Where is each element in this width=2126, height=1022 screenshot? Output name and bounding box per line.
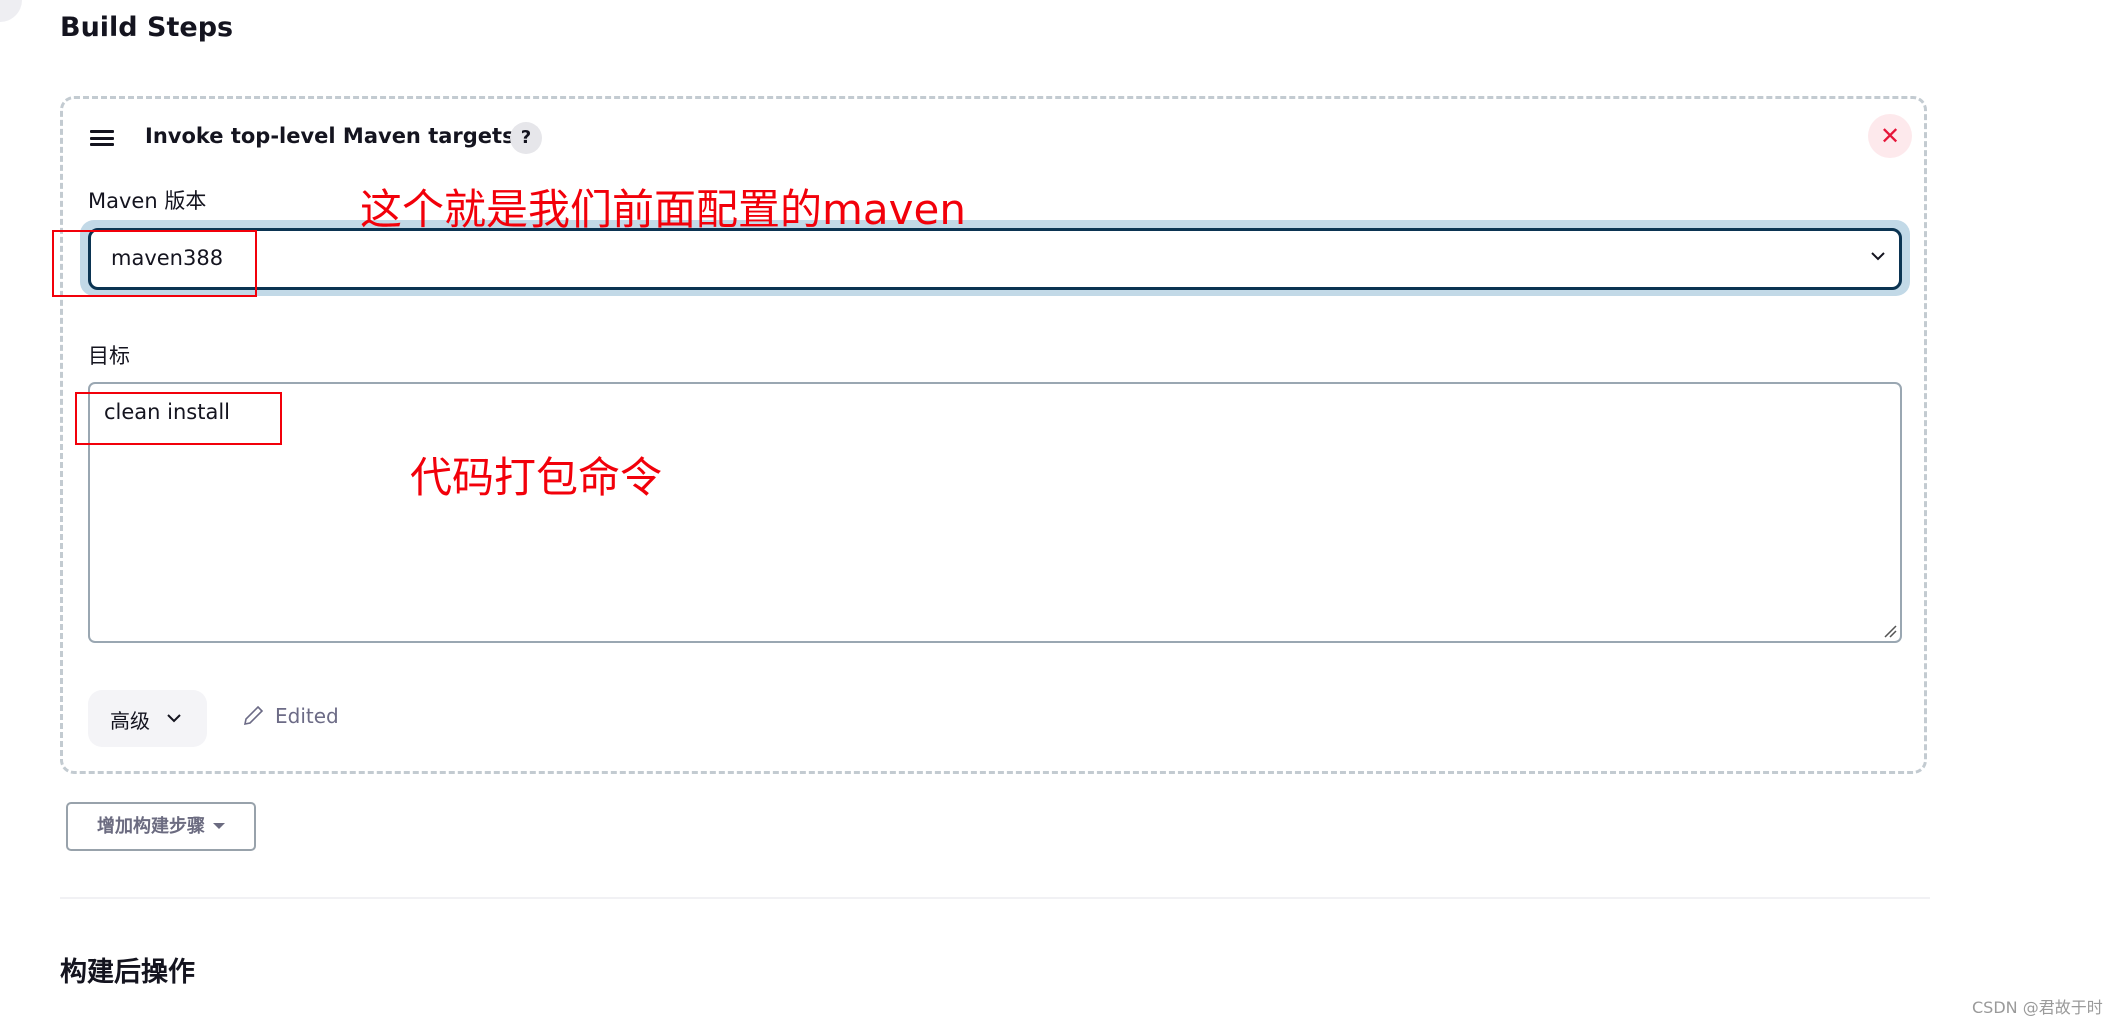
help-icon[interactable]: ? xyxy=(510,122,542,154)
chevron-down-icon xyxy=(167,714,181,723)
annotation-maven-note: 这个就是我们前面配置的maven xyxy=(360,185,966,234)
close-icon[interactable]: ✕ xyxy=(1868,114,1912,158)
goals-label: 目标 xyxy=(88,344,130,368)
annotation-box-goals xyxy=(75,392,282,445)
corner-decoration xyxy=(0,0,22,22)
annotation-box-maven xyxy=(52,230,257,297)
drag-handle-icon[interactable] xyxy=(90,130,114,146)
add-build-step-button[interactable]: 增加构建步骤 xyxy=(66,802,256,851)
resize-grip-icon[interactable] xyxy=(1883,624,1897,638)
advanced-label: 高级 xyxy=(110,709,150,733)
goals-textarea[interactable]: clean install xyxy=(88,382,1902,643)
step-title: Invoke top-level Maven targets xyxy=(145,124,515,148)
add-build-step-label: 增加构建步骤 xyxy=(97,816,205,837)
pencil-icon xyxy=(243,705,264,726)
edited-indicator: Edited xyxy=(243,704,339,728)
chevron-down-icon xyxy=(1871,252,1885,261)
maven-version-select[interactable]: maven388 xyxy=(88,228,1902,290)
post-build-heading: 构建后操作 xyxy=(60,957,195,988)
caret-down-icon xyxy=(213,823,225,829)
maven-version-label: Maven 版本 xyxy=(88,189,207,213)
advanced-button[interactable]: 高级 xyxy=(88,690,207,747)
annotation-goals-note: 代码打包命令 xyxy=(410,453,663,502)
section-divider xyxy=(60,897,1930,899)
build-steps-heading: Build Steps xyxy=(60,12,234,43)
watermark: CSDN @君故于时 xyxy=(1972,998,2103,1017)
edited-label: Edited xyxy=(275,704,339,728)
